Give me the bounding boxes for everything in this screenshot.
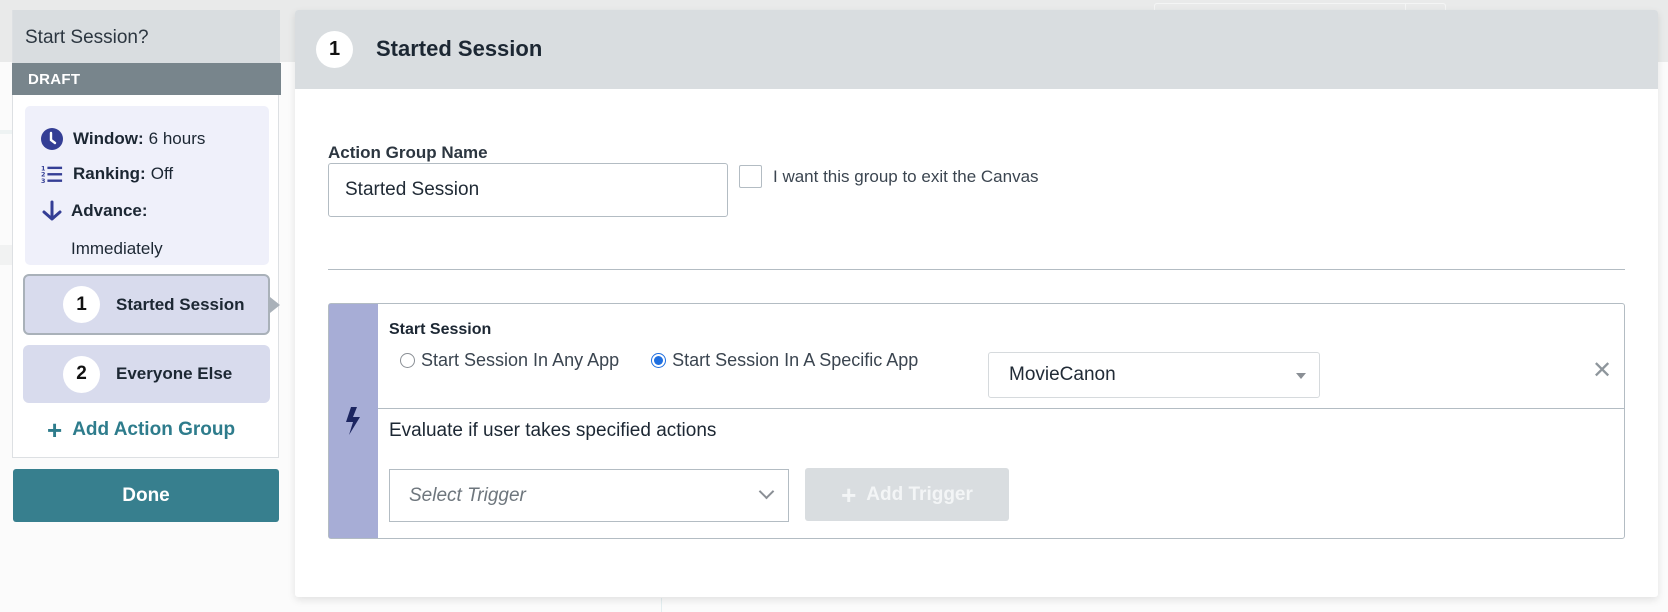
action-group-item[interactable]: 2 Everyone Else [23,345,270,403]
action-group-name-label: Action Group Name [328,143,488,162]
radio-any-app[interactable] [400,353,415,368]
advance-value: Immediately [71,239,163,258]
trigger-block: Start Session Start Session In Any App S… [328,303,1625,539]
add-trigger-label: Add Trigger [866,483,973,505]
advance-label: Advance: [71,201,148,220]
plus-icon: + [47,415,63,445]
plus-icon: + [841,479,857,510]
radio-specific-app-label[interactable]: Start Session In A Specific App [672,350,918,371]
editor-title: Started Session [376,36,543,61]
action-group-item[interactable]: 1 Started Session [23,274,280,335]
radio-specific-app[interactable] [651,353,667,368]
ranking-setting: 123 Ranking: Off [41,163,173,185]
select-trigger-dropdown[interactable]: Select Trigger [389,469,789,522]
step-settings-summary: Window: 6 hours 123 Ranking: Off Advance… [25,106,269,265]
exit-canvas-label[interactable]: I want this group to exit the Canvas [773,167,1039,187]
lightning-bolt-icon [346,407,360,435]
svg-text:3: 3 [41,177,45,185]
add-trigger-button[interactable]: + Add Trigger [805,468,1009,521]
action-group-label: Everyone Else [116,364,233,383]
session-app-radio-group: Start Session In Any App Start Session I… [400,350,918,371]
select-trigger-placeholder: Select Trigger [409,485,526,506]
step-title: Start Session? [13,10,280,63]
arrow-down-icon [41,200,63,222]
numbered-list-icon: 123 [41,163,63,185]
ranking-value: Off [150,164,174,183]
action-group-label: Started Session [116,294,245,314]
app-select-value: MovieCanon [1009,364,1116,385]
section-divider [328,269,1625,270]
add-action-group-button[interactable]: + Add Action Group [47,417,235,443]
app-select-dropdown[interactable]: MovieCanon [988,352,1320,398]
advance-setting: Advance: [41,200,153,222]
window-label: Window: [73,129,144,148]
action-group-editor: 1 Started Session Action Group Name I wa… [295,10,1658,597]
evaluate-description: Evaluate if user takes specified actions [389,420,717,441]
done-button[interactable]: Done [13,469,279,522]
action-group-sidebar: Start Session? DRAFT Window: 6 hours 123… [12,10,281,458]
radio-any-app-label[interactable]: Start Session In Any App [421,350,619,371]
editor-header: 1 Started Session [295,10,1658,89]
exit-canvas-checkbox[interactable] [739,165,762,188]
close-icon[interactable]: ✕ [1592,356,1612,385]
start-session-title: Start Session [389,321,492,338]
action-group-number: 2 [63,355,100,393]
trigger-strip [329,304,378,538]
action-group-name-input[interactable] [328,163,728,217]
caret-down-icon [1296,373,1306,379]
window-value: 6 hours [148,129,206,148]
action-group-number: 1 [316,31,353,68]
clock-icon [41,128,63,150]
selected-caret-icon [270,296,280,313]
ranking-label: Ranking: [73,164,146,183]
chevron-down-icon [758,483,775,500]
background-ghost-label [0,245,12,265]
status-badge: DRAFT [12,63,281,95]
background-ghost-line [661,598,662,612]
action-group-number: 1 [63,286,100,323]
trigger-divider [378,408,1624,409]
background-ghost-line [0,130,12,134]
window-setting: Window: 6 hours [41,128,205,150]
add-action-group-label: Add Action Group [72,419,236,440]
